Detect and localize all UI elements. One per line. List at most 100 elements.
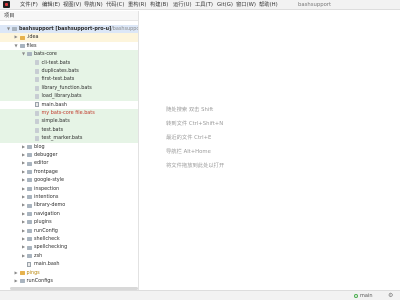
tree-row-label: files xyxy=(26,42,37,49)
tree-row[interactable]: main.bash xyxy=(0,260,138,268)
folder-icon xyxy=(27,237,32,242)
menu-item[interactable]: 帮助(H) xyxy=(259,1,278,9)
chevron-right-icon[interactable]: ▶ xyxy=(21,143,26,151)
gear-icon[interactable]: ⚙ xyxy=(388,292,393,300)
tree-row-label: main.bash xyxy=(34,261,60,268)
git-branch[interactable]: main xyxy=(360,292,373,300)
editor-hint: 将文件拖放到此处以打开 xyxy=(166,163,225,169)
chevron-right-icon[interactable]: ▶ xyxy=(21,176,26,184)
menu-item[interactable]: 重构(R) xyxy=(128,1,146,9)
menu-item[interactable]: 代码(C) xyxy=(106,1,124,9)
tree-row[interactable]: ▶ editor xyxy=(0,159,138,167)
folder-icon xyxy=(27,253,32,258)
tree-row[interactable]: cli-test.bats xyxy=(0,58,138,67)
menu-item[interactable]: 导航(N) xyxy=(84,1,103,9)
tree-row[interactable]: ▶ frontpage xyxy=(0,168,138,176)
chevron-right-icon[interactable]: ▶ xyxy=(21,151,26,159)
script-icon xyxy=(34,127,39,133)
tree-row-label: zsh xyxy=(34,252,43,259)
editor-hint: 转到文件 Ctrl+Shift+N xyxy=(166,121,224,127)
tree-row[interactable]: ▼ files xyxy=(0,42,138,50)
tree-row[interactable]: simple.bats xyxy=(0,117,138,126)
menu-item[interactable]: 编辑(E) xyxy=(42,1,60,9)
chevron-right-icon[interactable]: ▶ xyxy=(21,201,26,209)
tree-row[interactable]: ▶ library-demo xyxy=(0,201,138,209)
chevron-right-icon[interactable]: ▶ xyxy=(21,218,26,226)
panel-divider[interactable] xyxy=(138,11,139,290)
tree-row[interactable]: ▶ runConfigs xyxy=(0,277,138,285)
tree-row-label: debugger xyxy=(34,152,58,158)
menu-item[interactable]: 窗口(W) xyxy=(236,1,256,9)
app-logo-icon xyxy=(3,1,10,8)
tree-row[interactable]: ▶ google-style xyxy=(0,176,138,184)
project-panel-header: 项目 xyxy=(0,11,138,21)
menu-item[interactable]: 工具(T) xyxy=(195,1,213,9)
folder-icon xyxy=(19,279,25,284)
tree-row[interactable]: ▶ inspection xyxy=(0,185,138,193)
tree-row-label: google-style xyxy=(34,177,65,184)
tree-row[interactable]: duplicates.bats xyxy=(0,67,138,76)
tree-row-label: cli-test.bats xyxy=(41,59,71,66)
chevron-down-icon[interactable]: ▼ xyxy=(6,25,11,33)
tree-row[interactable]: main.bash xyxy=(0,101,138,109)
status-bar: main ⚙ xyxy=(0,290,400,300)
tree-row[interactable]: ▶ plugins xyxy=(0,218,138,226)
menu-item[interactable]: 运行(U) xyxy=(173,1,192,9)
tree-row[interactable]: ▶ pings xyxy=(0,269,138,277)
file-icon xyxy=(27,261,31,267)
folder-icon xyxy=(27,228,32,233)
tree-row[interactable]: ▼ bashsupport [bashsupport-pro-u] ~/bashsu… xyxy=(0,25,138,34)
menu-item[interactable]: Git(G) xyxy=(217,1,233,9)
tree-row[interactable]: ▶ navigation xyxy=(0,210,138,218)
chevron-right-icon[interactable]: ▶ xyxy=(21,159,26,167)
menu-item[interactable]: 构建(B) xyxy=(150,1,168,9)
tree-row[interactable]: ▶ intentions xyxy=(0,193,138,201)
tree-row[interactable]: ▶ runConfig xyxy=(0,227,138,235)
tree-row-label: simple.bats xyxy=(41,118,70,125)
chevron-right-icon[interactable]: ▶ xyxy=(21,252,26,260)
chevron-right-icon[interactable]: ▶ xyxy=(21,210,26,218)
tree-row-label: library-demo xyxy=(34,202,66,209)
chevron-right-icon[interactable]: ▶ xyxy=(21,243,26,251)
folder-icon xyxy=(19,270,25,275)
tree-row[interactable]: first-test.bats xyxy=(0,75,138,84)
chevron-right-icon[interactable]: ▶ xyxy=(21,193,26,201)
chevron-right-icon[interactable]: ▶ xyxy=(14,277,19,285)
tree-row[interactable]: ▶ debugger xyxy=(0,151,138,159)
menu-bar: 文件(F) 编辑(E) 视图(V) 导航(N) 代码(C) 重构(R) 构建(B) 运行(U)… xyxy=(0,0,400,10)
chevron-right-icon[interactable]: ▶ xyxy=(21,227,26,235)
chevron-right-icon[interactable]: ▶ xyxy=(21,185,26,193)
script-icon xyxy=(34,93,39,99)
tree-row[interactable]: ▶ zsh xyxy=(0,252,138,260)
folder-icon xyxy=(27,169,32,174)
folder-icon xyxy=(27,178,32,183)
chevron-right-icon[interactable]: ▶ xyxy=(21,168,26,176)
project-folder-icon xyxy=(12,27,17,32)
tree-row[interactable]: library_function.bats xyxy=(0,83,138,93)
tree-row[interactable]: load_library.bats xyxy=(0,92,138,101)
project-tree[interactable]: ▼ bashsupport [bashsupport-pro-u] ~/bashsu… xyxy=(0,25,138,290)
menu-item[interactable]: 视图(V) xyxy=(63,1,81,9)
tree-row-label: library_function.bats xyxy=(41,84,92,91)
folder-icon xyxy=(27,186,32,191)
chevron-right-icon[interactable]: ▶ xyxy=(14,269,19,277)
tree-row[interactable]: ▶ blog xyxy=(0,143,138,151)
tree-row[interactable]: test_marker.bats xyxy=(0,134,138,143)
tree-row[interactable]: ▶ .idea xyxy=(0,33,138,42)
tree-row-label: duplicates.bats xyxy=(41,68,79,74)
chevron-right-icon[interactable]: ▶ xyxy=(14,33,19,41)
tree-row[interactable]: my bats-core file.bats xyxy=(0,109,138,118)
tree-row-label: shellcheck xyxy=(34,236,60,242)
tree-row[interactable]: test.bats xyxy=(0,125,138,135)
tree-row[interactable]: ▶ spellchecking xyxy=(0,243,138,251)
chevron-down-icon[interactable]: ▼ xyxy=(14,42,19,50)
chevron-down-icon[interactable]: ▼ xyxy=(21,50,26,58)
folder-icon xyxy=(27,52,32,57)
tree-row[interactable]: ▶ shellcheck xyxy=(0,235,138,243)
menu-item[interactable]: 文件(F) xyxy=(20,1,38,9)
tree-row[interactable]: ▼ bats-core xyxy=(0,50,138,59)
tree-row-label: test_marker.bats xyxy=(41,135,83,142)
window-title: bashsupport xyxy=(298,2,332,8)
chevron-right-icon[interactable]: ▶ xyxy=(21,235,26,243)
tree-row-label: load_library.bats xyxy=(41,93,82,100)
